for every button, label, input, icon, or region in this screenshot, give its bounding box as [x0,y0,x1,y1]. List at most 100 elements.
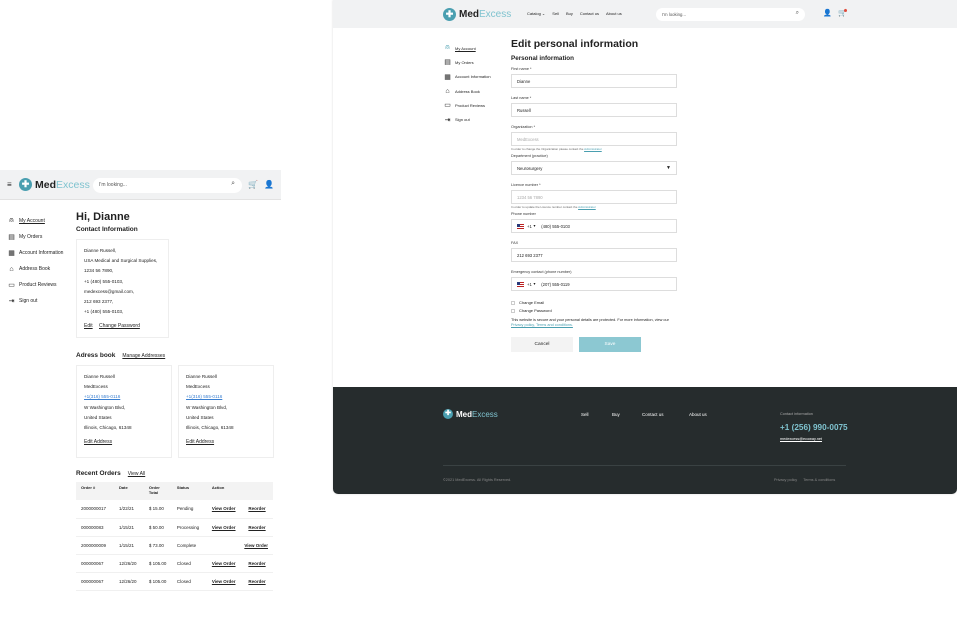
view-order-link[interactable]: View Order [206,554,244,573]
sidebar-item-account-information[interactable]: ▦ Account Information [443,70,505,84]
footer-contact-title: Contact information [780,412,813,416]
privacy-policy-link[interactable]: Privacy policy, Terms and conditions. [511,323,573,327]
sidebar-item-address-book[interactable]: ⌂ Address Book [443,84,505,98]
table-header-row: Order # Date Order Total Status Action [76,482,273,500]
change-password-option[interactable]: Change Password [511,308,677,313]
sidebar-item-product-reviews[interactable]: ▭ Product Reviews [7,277,69,293]
last-name-input[interactable]: Russell [511,103,677,117]
brand-logo[interactable]: ✚ Med Excess [19,178,90,191]
edit-address-link[interactable]: Edit Address [186,437,266,447]
address-phone-link[interactable]: +1(316) 555-0116 [186,392,266,402]
column-header: Action [206,482,273,500]
footer-phone[interactable]: +1 (256) 990-0075 [780,423,848,432]
site-footer: ✚ Med Excess Sell Buy Contact us About us… [333,387,957,494]
sidebar-item-account-information[interactable]: ▦ Account Information [7,245,69,261]
section-heading: Personal information [511,55,574,62]
mobile-account-page: ≡ ✚ Med Excess I'm looking... ⌕ 🛒 👤 ⍝ My A… [0,170,281,620]
footer-privacy-link[interactable]: Privacy policy [774,478,797,482]
sidebar-item-my-orders[interactable]: ▤ My Orders [443,55,505,69]
cart-icon[interactable]: 🛒 [248,180,258,189]
view-order-link[interactable]: View Order [206,500,244,519]
footer-logo[interactable]: ✚ Med Excess [443,409,498,419]
reorder-link[interactable]: Reorder [243,554,273,573]
sidebar-item-product-reviews[interactable]: ▭ Product Reviews [443,98,505,112]
manage-addresses-link[interactable]: Manage Addresses [122,353,165,359]
reorder-link[interactable]: Reorder [243,572,273,591]
order-status: Pending [171,500,207,519]
change-email-option[interactable]: Change Email [511,300,677,305]
sidebar-item-my-account[interactable]: ⍝ My Account [7,213,69,229]
view-order-link[interactable]: View Order [206,518,244,537]
mobile-main-content: Hi, Dianne Contact Information Dianne Ru… [76,211,276,591]
edit-contact-link[interactable]: Edit [84,323,93,329]
edit-address-link[interactable]: Edit Address [84,437,164,447]
sidebar-item-my-orders[interactable]: ▤ My Orders [7,229,69,245]
licence-label: Licence number * [511,183,541,187]
nav-sell[interactable]: Sell [552,11,559,16]
search-input[interactable]: I'm looking... ⌕ [93,178,242,193]
department-select[interactable]: Neurosurgery ▼ [511,161,677,175]
view-order-link[interactable]: View Order [206,536,273,555]
nav-catalog[interactable]: Catalog ⌄ [527,11,545,16]
order-date: 1/15/21 [114,536,144,555]
table-row: 000000067 12/26/20 $ 105.00 Closed View Orde… [76,572,273,591]
address-line: Illinois, Chicago, 61348 [84,425,132,431]
search-icon[interactable]: ⌕ [231,180,235,188]
brand-logo[interactable]: ✚ Med Excess [443,8,511,21]
address-line: MedExcess [84,384,108,390]
caret-down-icon[interactable]: ▼ [533,282,536,286]
orders-body: 2000000017 1/22/21 $ 15.00 Pending View Orde… [76,500,273,591]
user-icon: ⍝ [9,217,14,224]
nav-about-us[interactable]: About us [606,11,622,16]
recent-orders-table: Order # Date Order Total Status Action 20000… [76,482,273,591]
nav-contact-us[interactable]: Contact us [580,11,599,16]
address-card: Dianne Russell MedExcess +1(316) 555-0116 W… [76,365,172,458]
user-icon: ⍝ [445,44,450,52]
search-input[interactable]: I'm looking... ⌕ [656,8,805,21]
emergency-contact-input[interactable]: +1 ▼ (207) 555-0119 [511,277,677,291]
sidebar-item-sign-out[interactable]: ⇥ Sign out [7,293,69,309]
checkbox[interactable] [511,300,515,305]
caret-down-icon[interactable]: ▼ [533,224,536,228]
administrator-link[interactable]: Administrator [584,147,602,151]
clipboard-icon: ▤ [444,59,451,67]
first-name-input[interactable]: Dianne [511,74,677,88]
fax-input[interactable]: 212 693 2377 [511,248,677,262]
footer-nav-about-us[interactable]: About us [689,412,707,417]
footer-nav-buy[interactable]: Buy [612,412,642,417]
address-line: Dianne Russell [84,374,115,379]
change-password-link[interactable]: Change Password [99,323,140,329]
view-all-orders-link[interactable]: View All [128,471,145,477]
administrator-link[interactable]: Administrator [578,205,596,209]
us-flag-icon [517,281,524,287]
cancel-button[interactable]: Cancel [511,337,573,352]
order-number: 2000000009 [76,536,114,555]
order-date: 1/22/21 [114,500,144,519]
reorder-link[interactable]: Reorder [243,518,273,537]
sidebar-item-my-account[interactable]: ⍝ My Account [443,41,505,55]
order-number: 000000067 [76,554,114,573]
user-icon[interactable]: 👤 [264,180,274,189]
table-row: 2000000009 1/15/21 $ 73.00 Complete View Ord… [76,536,273,555]
footer-email[interactable]: medexcess@ecoway.net [780,437,822,441]
sidebar-item-address-book[interactable]: ⌂ Address Book [7,261,69,277]
address-lines: Dianne Russell MedExcess +1(316) 555-0116 W… [186,372,266,433]
footer-terms-link[interactable]: Terms & conditions [803,478,835,482]
hamburger-menu-icon[interactable]: ≡ [7,180,12,189]
nav-buy[interactable]: Buy [566,11,573,16]
checkbox[interactable] [511,308,515,313]
sidebar-item-sign-out[interactable]: ⇥ Sign out [443,112,505,126]
address-phone-link[interactable]: +1(316) 555-0116 [84,392,164,402]
footer-nav-contact-us[interactable]: Contact us [642,412,689,417]
reorder-link[interactable]: Reorder [243,500,273,519]
footer-nav-sell[interactable]: Sell [581,412,612,417]
search-icon[interactable]: ⌕ [796,10,799,17]
contact-line: USA Medical and Surgical Supplies, [84,258,158,264]
phone-input[interactable]: +1 ▼ (480) 555-0103 [511,219,677,233]
order-number: 000000067 [76,572,114,591]
footer-nav: Sell Buy Contact us About us [581,412,707,417]
view-order-link[interactable]: View Order [206,572,244,591]
department-label: Department (practice) [511,154,548,158]
save-button[interactable]: Save [579,337,641,352]
user-icon[interactable]: 👤 [823,9,832,17]
